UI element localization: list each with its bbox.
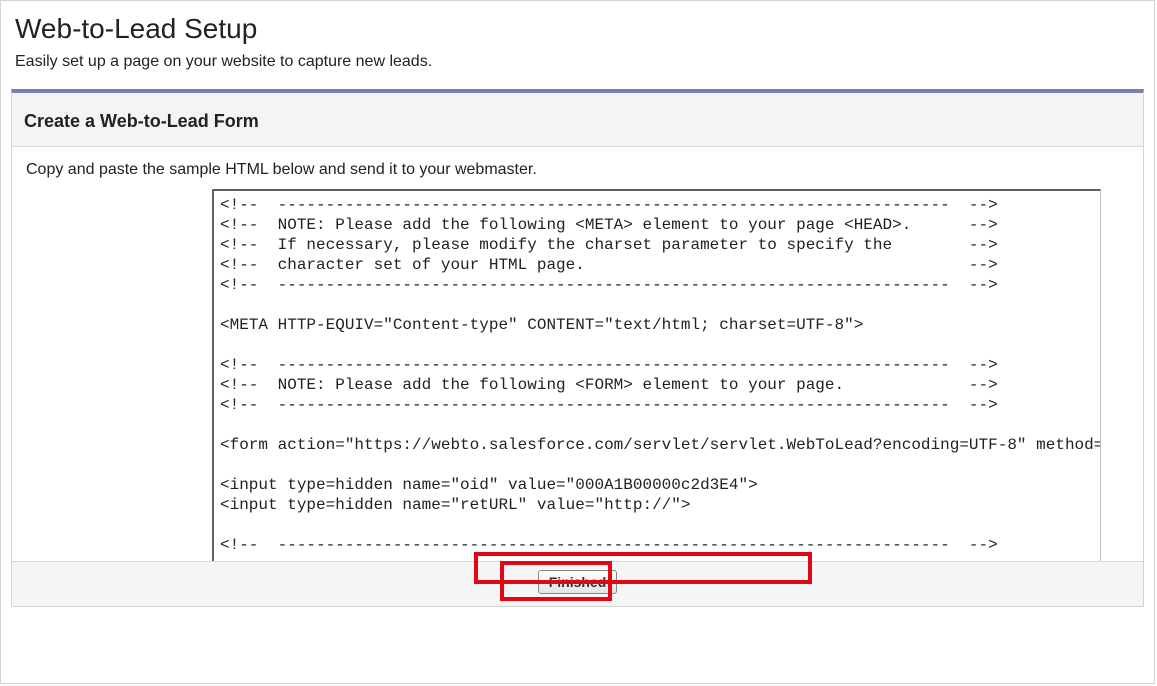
page-title: Web-to-Lead Setup [15, 13, 1140, 45]
generated-html-textarea[interactable]: <!-- -----------------------------------… [212, 189, 1101, 561]
finished-button[interactable]: Finished [538, 570, 618, 594]
page-container: Web-to-Lead Setup Easily set up a page o… [0, 0, 1155, 684]
card-title: Create a Web-to-Lead Form [12, 93, 1143, 147]
page-description: Easily set up a page on your website to … [15, 53, 1140, 71]
form-card: Create a Web-to-Lead Form Copy and paste… [11, 89, 1144, 607]
card-instruction: Copy and paste the sample HTML below and… [12, 147, 1143, 189]
footer-bar: Finished [12, 561, 1143, 606]
